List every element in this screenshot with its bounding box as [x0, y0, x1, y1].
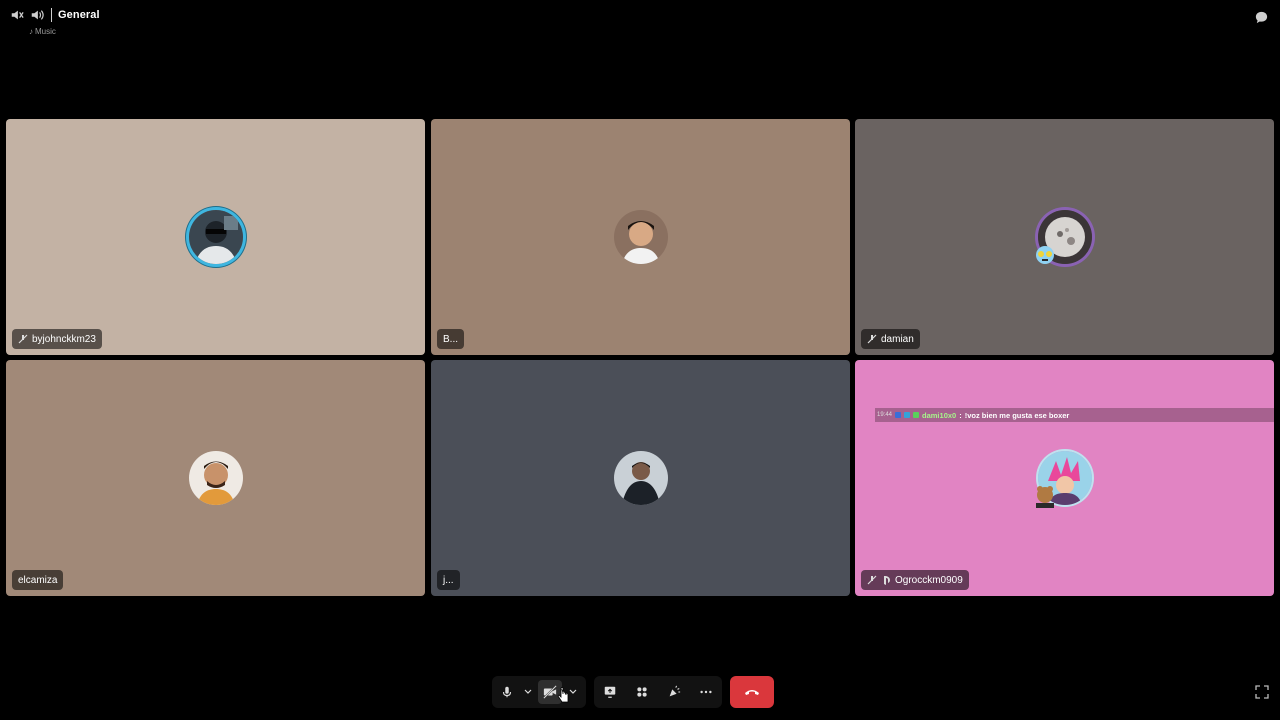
channel-activity: ♪ Music — [29, 27, 56, 36]
more-options-button[interactable] — [690, 676, 722, 708]
participant-nametag: byjohnckkm23 — [12, 329, 102, 349]
avatar-decoration-icon — [1036, 246, 1054, 264]
action-controls — [594, 676, 722, 708]
participant-nametag: Ogrocckm0909 — [861, 570, 969, 590]
avatar — [613, 451, 668, 505]
avatar-decoration-icon — [1036, 486, 1054, 508]
activities-button[interactable] — [626, 676, 658, 708]
mouse-cursor-icon — [557, 687, 569, 703]
participant-name: B... — [443, 333, 459, 345]
header-divider — [51, 8, 52, 22]
participant-name: Ogrocckm0909 — [895, 574, 963, 586]
verified-badge-icon — [913, 412, 920, 418]
more-icon — [700, 690, 712, 694]
music-note-icon: ♪ — [29, 27, 33, 36]
avatar — [188, 451, 243, 505]
participant-name: damian — [881, 333, 914, 345]
participant-tile[interactable]: elcamiza — [6, 360, 425, 596]
participant-nametag: j... — [437, 570, 460, 590]
avatar — [613, 210, 668, 264]
disconnect-button[interactable] — [730, 676, 774, 708]
avatar — [188, 210, 243, 264]
chat-separator: : — [959, 410, 962, 420]
soundboard-button[interactable] — [658, 676, 690, 708]
chat-time: 19:44 — [877, 412, 893, 418]
participant-nametag: elcamiza — [12, 570, 64, 590]
muted-icon — [867, 334, 877, 344]
channel-header-left: General — [9, 6, 100, 24]
chat-message: !voz bien me gusta ese boxer — [964, 410, 1070, 420]
call-controls — [0, 676, 1280, 710]
activities-icon — [637, 687, 647, 697]
participant-name: byjohnckkm23 — [32, 333, 96, 345]
stream-chat-overlay: 19:44 dami10x0 : !voz bien me gusta ese … — [875, 408, 1274, 422]
screen-share-button[interactable] — [594, 676, 626, 708]
channel-name: General — [58, 9, 100, 21]
speaker-muted-icon[interactable] — [9, 7, 25, 23]
fullscreen-icon[interactable] — [1255, 685, 1269, 699]
participant-name: elcamiza — [18, 574, 58, 586]
mic-options-button[interactable] — [522, 676, 534, 708]
playstation-icon — [881, 575, 891, 585]
activity-label: Music — [35, 27, 56, 36]
moderator-badge-icon — [895, 412, 902, 418]
participant-tile[interactable]: 19:44 dami10x0 : !voz bien me gusta ese … — [855, 360, 1274, 596]
participant-nametag: B... — [437, 329, 465, 349]
muted-icon — [867, 575, 877, 585]
participant-tile[interactable]: damian — [855, 119, 1274, 355]
chevron-down-icon — [524, 689, 532, 694]
participant-tile[interactable]: j... — [431, 360, 850, 596]
chevron-down-icon — [569, 689, 577, 694]
screen-share-icon — [604, 686, 616, 698]
participant-tile[interactable]: byjohnckkm23 — [6, 119, 425, 355]
microphone-icon — [502, 686, 512, 698]
microphone-button[interactable] — [492, 676, 522, 708]
media-controls — [492, 676, 586, 708]
voice-channel-header: General ♪ Music — [0, 0, 1280, 40]
participant-tile[interactable]: B... — [431, 119, 850, 355]
subscriber-badge-icon — [904, 412, 911, 418]
participant-name: j... — [443, 574, 454, 586]
speaker-icon[interactable] — [29, 7, 45, 23]
chat-icon[interactable] — [1252, 8, 1270, 26]
participant-nametag: damian — [861, 329, 920, 349]
muted-icon — [18, 334, 28, 344]
phone-hangup-icon — [745, 690, 759, 695]
soundboard-icon — [669, 685, 681, 697]
chat-username: dami10x0 — [922, 410, 957, 420]
